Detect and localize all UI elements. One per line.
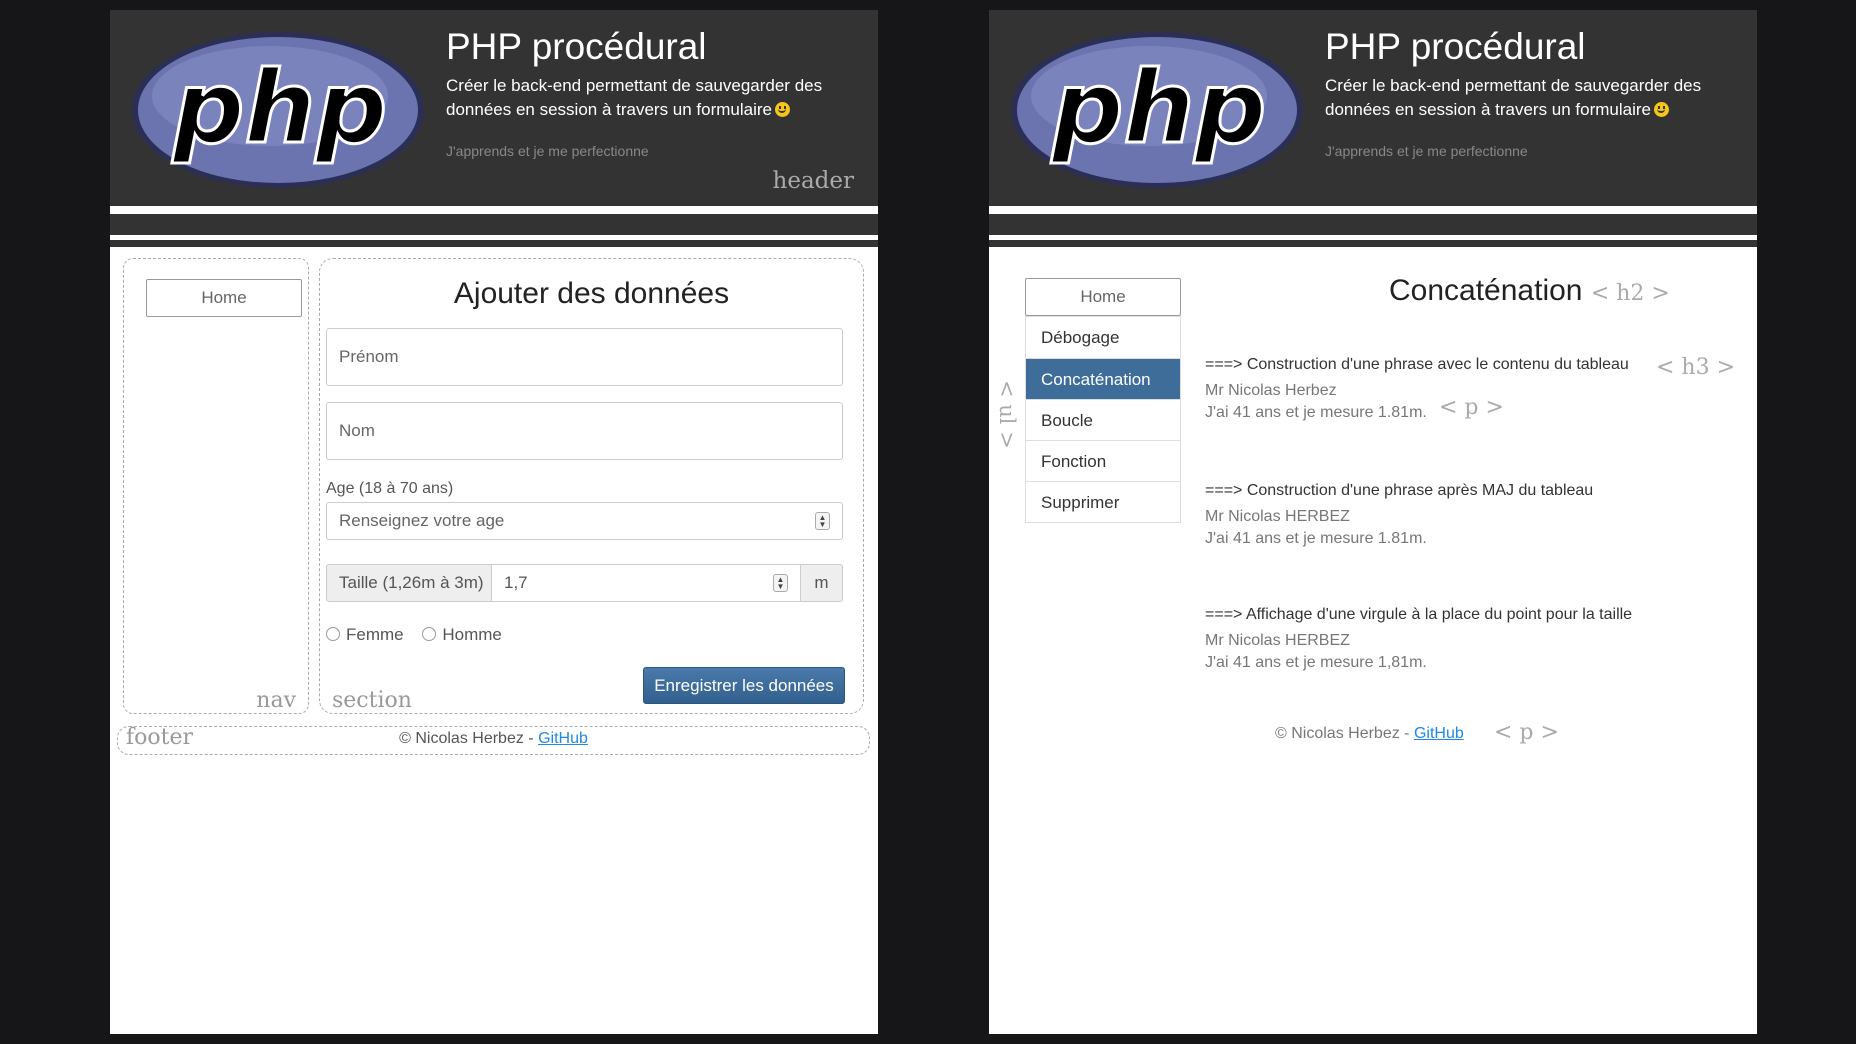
content-block: ===> Affichage d'une virgule à la place … <box>1205 606 1632 672</box>
left-page: php PHP procédural Créer le back-end per… <box>110 10 878 1034</box>
block-text: J'ai 41 ans et je mesure 1.81m. <box>1205 530 1427 547</box>
github-link[interactable]: GitHub <box>538 730 588 747</box>
header: php PHP procédural Créer le back-end per… <box>989 10 1757 206</box>
radio-homme[interactable]: Homme <box>422 625 502 644</box>
php-logo: php <box>1011 32 1303 188</box>
p-element-label: < p > <box>1439 395 1504 420</box>
smiley-icon <box>1654 102 1670 117</box>
svg-text:php: php <box>172 49 387 166</box>
menu-item-boucle[interactable]: Boucle <box>1026 399 1180 440</box>
nav: Home nav <box>123 258 309 714</box>
header: php PHP procédural Créer le back-end per… <box>110 10 878 206</box>
divider <box>110 214 878 235</box>
side-menu: Débogage Concaténation Boucle Fonction S… <box>1025 316 1181 523</box>
divider <box>989 240 1757 247</box>
content-block: ===> Construction d'une phrase avec le c… <box>1205 356 1629 422</box>
smiley-icon <box>775 102 791 117</box>
nom-input[interactable]: Nom <box>326 402 843 460</box>
block-name: Mr Nicolas HERBEZ <box>1205 632 1350 649</box>
divider <box>110 240 878 247</box>
block-text: J'ai 41 ans et je mesure 1.81m. <box>1205 404 1427 421</box>
ul-element-label: < ul > <box>995 380 1019 449</box>
block-name: Mr Nicolas Herbez <box>1205 382 1337 399</box>
block-heading: ===> Affichage d'une virgule à la place … <box>1205 606 1633 623</box>
taille-prefix: Taille (1,26m à 3m) <box>326 564 492 602</box>
site-subtitle: Créer le back-end permettant de sauvegar… <box>1325 76 1702 119</box>
menu-item-debogage[interactable]: Débogage <box>1026 317 1180 358</box>
radio-icon[interactable] <box>422 627 437 641</box>
divider <box>989 214 1757 235</box>
spinner-icon[interactable]: ▲ ▼ <box>815 512 830 530</box>
h2-element-label: < h2 > <box>1590 281 1670 306</box>
block-name: Mr Nicolas HERBEZ <box>1205 508 1350 525</box>
menu-item-fonction[interactable]: Fonction <box>1026 440 1180 481</box>
block-heading: ===> Construction d'une phrase après MAJ… <box>1205 482 1594 499</box>
block-heading: ===> Construction d'une phrase avec le c… <box>1205 356 1629 373</box>
page-title: Concaténation < h2 > <box>1389 274 1670 307</box>
nav-element-label: nav <box>256 688 296 713</box>
site-subtitle: Créer le back-end permettant de sauvegar… <box>446 76 823 119</box>
submit-button[interactable]: Enregistrer les données <box>643 667 845 704</box>
age-label: Age (18 à 70 ans) <box>326 480 454 497</box>
site-tagline: J'apprends et je me perfectionne <box>446 143 649 159</box>
section-element-label: section <box>332 688 412 713</box>
age-input[interactable]: Renseignez votre age ▲ ▼ <box>326 502 843 540</box>
form-section: Ajouter des données Prénom Nom Age (18 à… <box>319 258 864 714</box>
footer-text: © Nicolas Herbez - GitHub <box>1275 725 1464 742</box>
header-element-label: header <box>772 168 854 194</box>
spinner-icon[interactable]: ▲ ▼ <box>773 574 788 592</box>
radio-icon[interactable] <box>326 627 340 641</box>
taille-input[interactable]: 1,7 ▲ ▼ <box>491 564 801 602</box>
svg-text:php: php <box>1051 49 1266 166</box>
taille-input-group: Taille (1,26m à 3m) 1,7 ▲ ▼ m <box>326 564 843 602</box>
php-logo: php <box>132 32 424 188</box>
taille-suffix: m <box>800 564 843 602</box>
footer: footer © Nicolas Herbez - GitHub <box>117 725 870 755</box>
footer-text: © Nicolas Herbez - GitHub <box>399 730 588 747</box>
site-title: PHP procédural <box>446 26 707 67</box>
menu-item-concatenation[interactable]: Concaténation <box>1026 358 1180 399</box>
menu-item-supprimer[interactable]: Supprimer <box>1026 481 1180 522</box>
gender-radios: Femme Homme <box>326 625 516 645</box>
p-element-label: < p > <box>1494 720 1559 745</box>
github-link[interactable]: GitHub <box>1414 725 1464 742</box>
h3-element-label: < h3 > <box>1656 355 1736 380</box>
site-title: PHP procédural <box>1325 26 1586 67</box>
right-page: php PHP procédural Créer le back-end per… <box>989 10 1757 1034</box>
form-title: Ajouter des données <box>453 277 730 310</box>
prenom-input[interactable]: Prénom <box>326 328 843 386</box>
block-text: J'ai 41 ans et je mesure 1,81m. <box>1205 654 1427 671</box>
home-button[interactable]: Home <box>1025 278 1181 316</box>
content-block: ===> Construction d'une phrase après MAJ… <box>1205 482 1593 548</box>
radio-femme[interactable]: Femme <box>326 625 404 644</box>
home-button[interactable]: Home <box>146 279 302 317</box>
site-tagline: J'apprends et je me perfectionne <box>1325 143 1528 159</box>
